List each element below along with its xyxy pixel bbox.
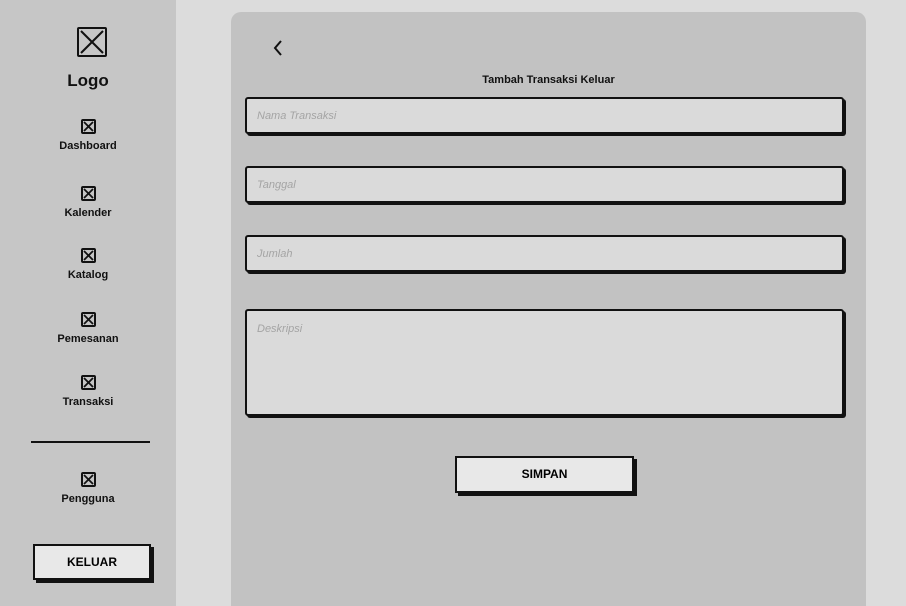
placeholder-x-icon [80, 312, 96, 327]
sidebar: Logo Dashboard Kalender Katalog Pemesana… [0, 0, 176, 606]
tanggal-input[interactable] [245, 166, 844, 203]
sidebar-item-label: Kalender [64, 207, 112, 219]
sidebar-item-kalender[interactable]: Kalender [0, 186, 176, 219]
sidebar-item-dashboard[interactable]: Dashboard [0, 119, 176, 152]
sidebar-item-katalog[interactable]: Katalog [0, 248, 176, 281]
sidebar-item-transaksi[interactable]: Transaksi [0, 375, 176, 408]
save-button[interactable]: SIMPAN [455, 456, 634, 493]
logo-text: Logo [67, 71, 109, 90]
sidebar-item-label: Dashboard [59, 140, 117, 152]
deskripsi-textarea[interactable] [245, 309, 844, 416]
sidebar-divider [31, 441, 150, 443]
placeholder-x-icon [80, 248, 96, 263]
jumlah-input[interactable] [245, 235, 844, 272]
page-title: Tambah Transaksi Keluar [482, 74, 615, 86]
sidebar-item-pemesanan[interactable]: Pemesanan [0, 312, 176, 345]
placeholder-x-icon [80, 186, 96, 201]
chevron-left-icon [272, 39, 292, 57]
logo-placeholder-icon [77, 27, 107, 57]
sidebar-item-label: Pemesanan [57, 333, 119, 345]
placeholder-x-icon [80, 119, 96, 134]
sidebar-item-label: Katalog [67, 269, 109, 281]
placeholder-x-icon [80, 375, 96, 390]
logout-button[interactable]: KELUAR [33, 544, 151, 580]
sidebar-item-label: Transaksi [62, 396, 114, 408]
sidebar-item-pengguna[interactable]: Pengguna [0, 472, 176, 505]
back-button[interactable] [272, 39, 292, 59]
nama-transaksi-input[interactable] [245, 97, 844, 134]
placeholder-x-icon [80, 472, 96, 487]
sidebar-item-label: Pengguna [61, 493, 115, 505]
